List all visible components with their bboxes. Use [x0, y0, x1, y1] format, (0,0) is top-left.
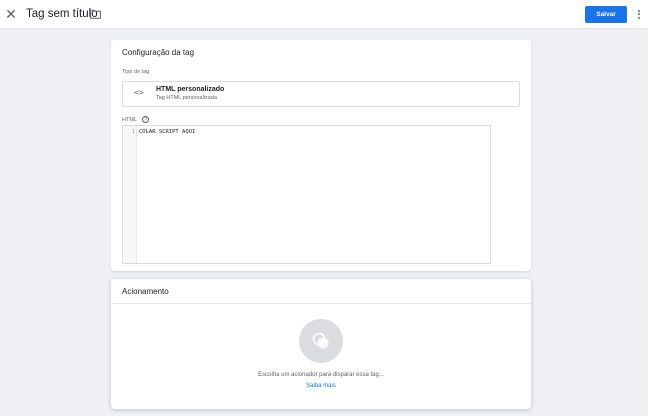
tag-type-selector[interactable]: <> HTML personalizado Tag HTML personali…: [122, 81, 520, 107]
help-icon[interactable]: ?: [142, 116, 149, 123]
triggering-card[interactable]: Acionamento Escolha um acionador para di…: [111, 279, 531, 409]
tag-type-subtitle: Tag HTML personalizada: [156, 95, 217, 101]
editor-gutter: 1: [123, 126, 137, 263]
html-label: HTML: [122, 117, 137, 123]
folder-icon[interactable]: [90, 9, 101, 19]
tag-configuration-card: Configuração da tag Tipo de tag <> HTML …: [111, 40, 531, 271]
code-icon: <>: [134, 88, 144, 97]
close-icon[interactable]: ✕: [4, 7, 18, 21]
top-bar: ✕ Tag sem título Salvar: [0, 0, 648, 29]
save-button[interactable]: Salvar: [585, 6, 627, 23]
trigger-icon[interactable]: [299, 319, 343, 363]
tag-configuration-heading: Configuração da tag: [122, 48, 195, 57]
learn-more-link[interactable]: Saiba mais: [111, 383, 531, 389]
html-code-editor[interactable]: 1 COLAR SCRIPT AQUI: [122, 125, 491, 264]
trigger-empty-text: Escolha um acionador para disparar essa …: [258, 372, 384, 378]
tag-type-name: HTML personalizado: [156, 86, 225, 93]
more-vert-icon[interactable]: [636, 8, 642, 21]
triggering-header: Acionamento: [111, 279, 531, 304]
line-number: 1: [131, 129, 135, 135]
code-line[interactable]: COLAR SCRIPT AQUI: [139, 129, 195, 135]
tag-title[interactable]: Tag sem título: [26, 8, 98, 20]
triggering-heading: Acionamento: [122, 287, 169, 296]
tag-type-label: Tipo de tag: [122, 69, 150, 75]
